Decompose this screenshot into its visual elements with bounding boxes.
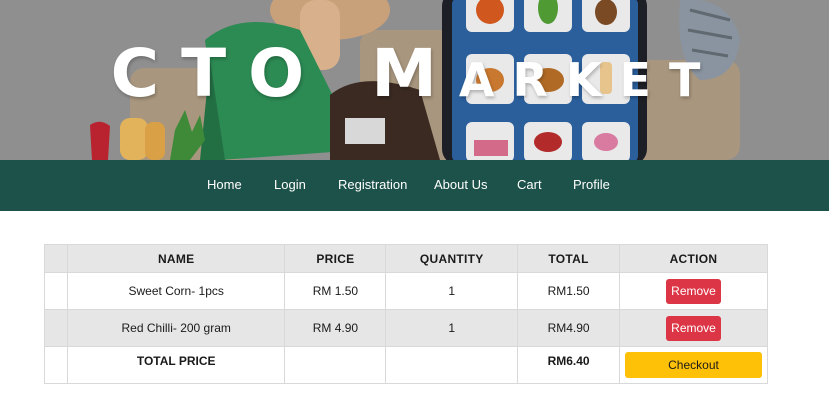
column-header-price: PRICE — [284, 244, 387, 273]
cart-header-row: NAME PRICE QUANTITY TOTAL ACTION — [44, 244, 768, 273]
empty-cell — [284, 346, 387, 384]
column-header-total: TOTAL — [517, 244, 620, 273]
total-price-value: RM6.40 — [517, 346, 620, 384]
action-cell: Remove — [619, 272, 768, 310]
column-header-quantity: QUANTITY — [385, 244, 519, 273]
hero-banner: CTO MARKET — [0, 0, 829, 160]
column-header-name: NAME — [66, 244, 286, 273]
nav-profile[interactable]: Profile — [573, 177, 610, 192]
column-header-action: ACTION — [619, 244, 768, 273]
total-row: TOTAL PRICE RM6.40 Checkout — [44, 346, 768, 384]
table-row: Red Chilli- 200 gram RM 4.90 1 RM4.90 Re… — [44, 309, 768, 347]
item-name: Red Chilli- 200 gram — [66, 309, 286, 347]
nav-registration[interactable]: Registration — [338, 177, 407, 192]
row-index-cell — [44, 272, 68, 310]
item-quantity: 1 — [385, 272, 519, 310]
nav-cart[interactable]: Cart — [517, 177, 542, 192]
item-total: RM1.50 — [517, 272, 620, 310]
item-price: RM 4.90 — [284, 309, 387, 347]
row-index-cell — [44, 309, 68, 347]
site-title: CTO MARKET — [0, 38, 829, 116]
cart-table: NAME PRICE QUANTITY TOTAL ACTION Sweet C… — [44, 244, 768, 384]
site-title-initial: M — [371, 35, 459, 112]
table-row: Sweet Corn- 1pcs RM 1.50 1 RM1.50 Remove — [44, 272, 768, 310]
nav-about-us[interactable]: About Us — [434, 177, 487, 192]
remove-button[interactable]: Remove — [666, 278, 721, 304]
row-index-cell — [44, 346, 68, 384]
item-name: Sweet Corn- 1pcs — [66, 272, 286, 310]
action-cell: Checkout — [619, 346, 768, 384]
empty-cell — [385, 346, 519, 384]
site-title-rest: ARKET — [458, 53, 719, 107]
checkout-button[interactable]: Checkout — [625, 352, 762, 378]
item-quantity: 1 — [385, 309, 519, 347]
remove-button[interactable]: Remove — [666, 315, 721, 341]
item-price: RM 1.50 — [284, 272, 387, 310]
item-total: RM4.90 — [517, 309, 620, 347]
column-header-index — [44, 244, 68, 273]
nav-login[interactable]: Login — [274, 177, 306, 192]
site-title-first-word: CTO — [110, 35, 327, 112]
action-cell: Remove — [619, 309, 768, 347]
total-price-label: TOTAL PRICE — [66, 346, 286, 384]
nav-links: Home Login Registration About Us Cart Pr… — [0, 160, 829, 211]
main-navbar: Home Login Registration About Us Cart Pr… — [0, 160, 829, 211]
nav-home[interactable]: Home — [207, 177, 242, 192]
